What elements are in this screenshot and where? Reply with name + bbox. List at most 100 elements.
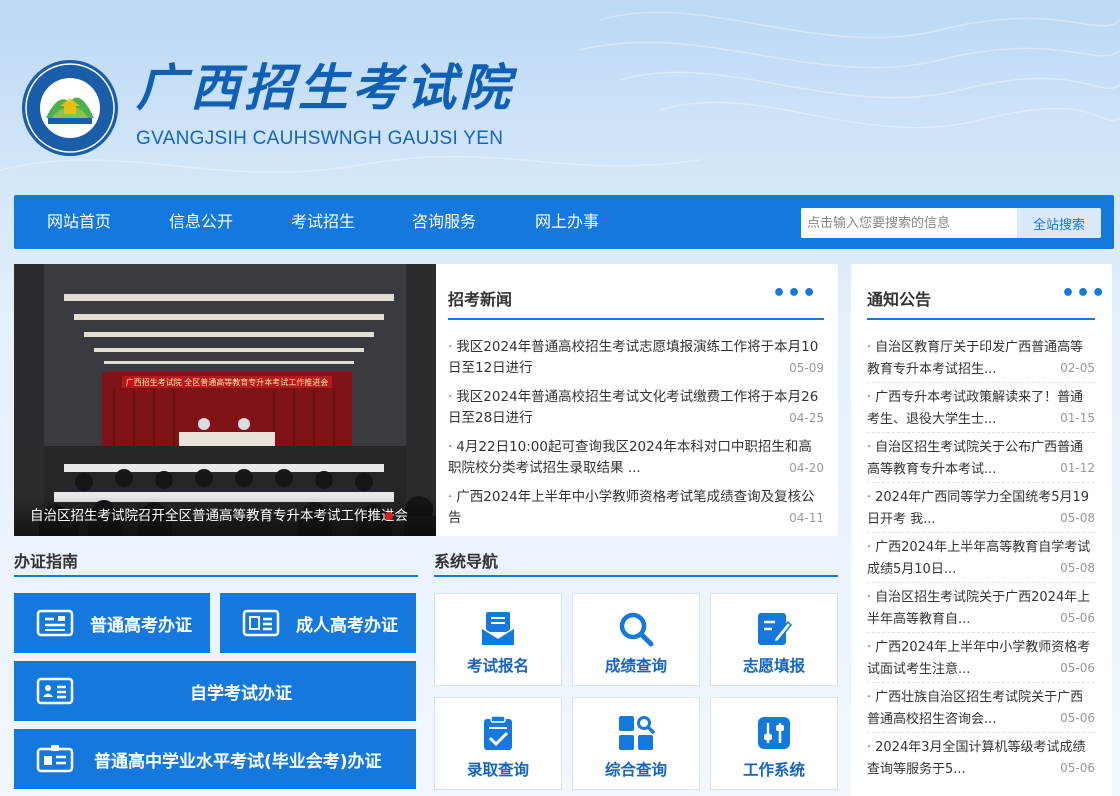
guide-button-label: 普通高中学业水平考试(毕业会考)办证 [94,751,382,772]
guide-section-title: 办证指南 [14,552,79,571]
notice-item[interactable]: · 自治区教育厅关于印发广西普通高等教育专升本考试招生... 02-05 [867,337,1095,383]
nav-item-consult[interactable]: 咨询服务 [412,195,476,249]
guide-button-gaokao[interactable]: 普通高考办证 [14,593,210,653]
envelope-form-icon [481,612,515,645]
news-item[interactable]: · 广西2024年上半年中小学教师资格考试笔成绩查询及复核公告 04-11 [448,487,824,529]
tile-general-query[interactable]: 综合查询 [572,697,700,790]
nav-item-home[interactable]: 网站首页 [47,195,111,249]
tile-label: 考试报名 [466,657,529,675]
guide-button-label: 自学考试办证 [190,683,292,704]
bullet-icon: · [867,590,872,605]
notice-item[interactable]: · 广西壮族自治区招生考试院关于广西普通高校招生咨询会... 05-06 [867,687,1095,733]
bullet-icon: · [448,489,453,505]
slide-indicator-dot[interactable] [385,512,393,520]
guide-button-self-study[interactable]: 自学考试办证 [14,661,416,721]
site-logo-icon [22,60,118,156]
notice-item[interactable]: · 2024年广西同等学力全国统考5月19日开考 我... 05-08 [867,487,1095,533]
news-item-date: 04-25 [785,408,824,429]
guide-button-huikao[interactable]: 普通高中学业水平考试(毕业会考)办证 [14,729,416,789]
bullet-icon: · [867,640,872,655]
slide-banner-text: 广西招生考试院 全区普通高等教育专升本考试工作推进会 [126,377,329,387]
news-item-date: 04-11 [785,508,824,529]
clipboard-check-icon [484,715,512,750]
news-panel-title: 招考新闻 [448,290,513,309]
nav-item-info[interactable]: 信息公开 [169,195,233,249]
nav-item-exams[interactable]: 考试招生 [291,195,355,249]
system-title-rule [434,575,838,577]
notice-item[interactable]: · 广西2024年上半年高等教育自学考试成绩5月10日... 05-08 [867,537,1095,583]
search-button[interactable]: 全站搜索 [1017,208,1101,238]
sliders-icon [758,717,790,749]
bullet-icon: · [448,389,453,405]
search-box: 全站搜索 [801,208,1101,238]
notice-item-date: 05-08 [1056,508,1095,529]
notice-item[interactable]: · 自治区招生考试院关于广西2024年上半年高等教育自... 05-06 [867,587,1095,633]
notice-item-text: 2024年3月全国计算机等级考试成绩查询等服务于5... [867,740,1086,777]
notice-item-date: 05-08 [1056,558,1095,579]
notice-item[interactable]: · 2024年3月全国计算机等级考试成绩查询等服务于5... 05-06 [867,737,1095,782]
tile-work-system[interactable]: 工作系统 [710,697,838,790]
guide-button-label: 成人高考办证 [296,615,398,636]
notice-item-text: 自治区教育厅关于印发广西普通高等教育专升本考试招生... [867,340,1084,377]
news-item-date: 04-20 [785,458,824,479]
badge-card-icon [36,745,74,773]
edit-form-icon [758,613,793,645]
tile-label: 成绩查询 [604,657,667,675]
notice-item-text: 广西壮族自治区招生考试院关于广西普通高校招生咨询会... [867,690,1084,727]
notice-item[interactable]: · 自治区招生考试院关于公布广西普通高等教育专升本考试... 01-12 [867,437,1095,483]
notices-panel-title: 通知公告 [867,290,932,309]
magnifier-icon [619,612,654,647]
news-item-text: 我区2024年普通高校招生考试志愿填报演练工作将于本月10日至12日进行 [448,339,819,376]
bullet-icon: · [448,339,453,355]
tile-score-query[interactable]: 成绩查询 [572,593,700,686]
news-item[interactable]: · 我区2024年普通高校招生考试志愿填报演练工作将于本月10日至12日进行 05… [448,337,824,379]
guide-title-rule [14,575,418,577]
notice-item-text: 广西专升本考试政策解读来了！普通考生、退役大学生士... [867,390,1084,427]
id-card-icon [36,677,74,705]
id-card-icon [36,609,74,637]
news-panel: 招考新闻 ••• · 我区2024年普通高校招生考试志愿填报演练工作将于本月10日… [436,264,838,536]
tile-admission-query[interactable]: 录取查询 [434,697,562,790]
bullet-icon: · [867,690,872,705]
nav-item-online[interactable]: 网上办事 [535,195,599,249]
news-more-button[interactable]: ••• [772,283,817,305]
bullet-icon: · [867,390,872,405]
site-header: 广西招生考试院 GVANGJSIH CAUHSWNGH GAUJSI YEN [0,0,1120,190]
tile-volunteer-filling[interactable]: 志愿填报 [710,593,838,686]
search-input[interactable] [801,208,1017,238]
notice-item[interactable]: · 广西专升本考试政策解读来了！普通考生、退役大学生士... 01-15 [867,387,1095,433]
bullet-icon: · [867,540,872,555]
notice-item[interactable]: · 广西2024年上半年中小学教师资格考试面试考生注意... 05-06 [867,637,1095,683]
news-item-text: 4月22日10:00起可查询我区2024年本科对口中职招生和高职院校分类考试招生… [448,439,812,476]
site-subtitle: GVANGJSIH CAUHSWNGH GAUJSI YEN [136,128,504,149]
tile-label: 工作系统 [742,761,805,779]
grid-search-icon [619,716,655,750]
notices-more-button[interactable]: ••• [1061,283,1106,305]
site-title: 广西招生考试院 [136,58,514,117]
notice-item-date: 05-06 [1056,658,1095,679]
guide-button-label: 普通高考办证 [90,615,192,636]
tile-label: 综合查询 [604,761,667,779]
system-section-title: 系统导航 [434,552,499,571]
tile-label: 志愿填报 [742,657,805,675]
news-title-rule [448,318,824,320]
tile-label: 录取查询 [466,761,529,779]
news-item[interactable]: · 4月22日10:00起可查询我区2024年本科对口中职招生和高职院校分类考试招… [448,437,824,479]
news-item-date: 05-09 [785,358,824,379]
news-item[interactable]: · 我区2024年普通高校招生考试文化考试缴费工作将于本月26日至28日进行 04… [448,387,824,429]
bullet-icon: · [867,740,872,755]
bullet-icon: · [448,439,453,455]
tile-exam-registration[interactable]: 考试报名 [434,593,562,686]
bullet-icon: · [867,490,872,505]
notice-item-date: 02-05 [1056,358,1095,379]
notice-item-date: 05-06 [1056,708,1095,729]
bullet-icon: · [867,440,872,455]
id-card-icon [242,609,280,637]
slide-caption[interactable]: 自治区招生考试院召开全区普通高等教育专升本考试工作推进会 [14,496,436,536]
notice-item-date: 01-12 [1056,458,1095,479]
notice-item-date: 05-06 [1056,758,1095,779]
guide-button-adult[interactable]: 成人高考办证 [220,593,416,653]
news-item-text: 广西2024年上半年中小学教师资格考试笔成绩查询及复核公告 [448,489,815,526]
news-slideshow[interactable]: 广西招生考试院 全区普通高等教育专升本考试工作推进会 自治区招生考试院召开全区普… [14,264,436,536]
notices-panel: 通知公告 ••• · 自治区教育厅关于印发广西普通高等教育专升本考试招生... 02… [851,264,1112,796]
